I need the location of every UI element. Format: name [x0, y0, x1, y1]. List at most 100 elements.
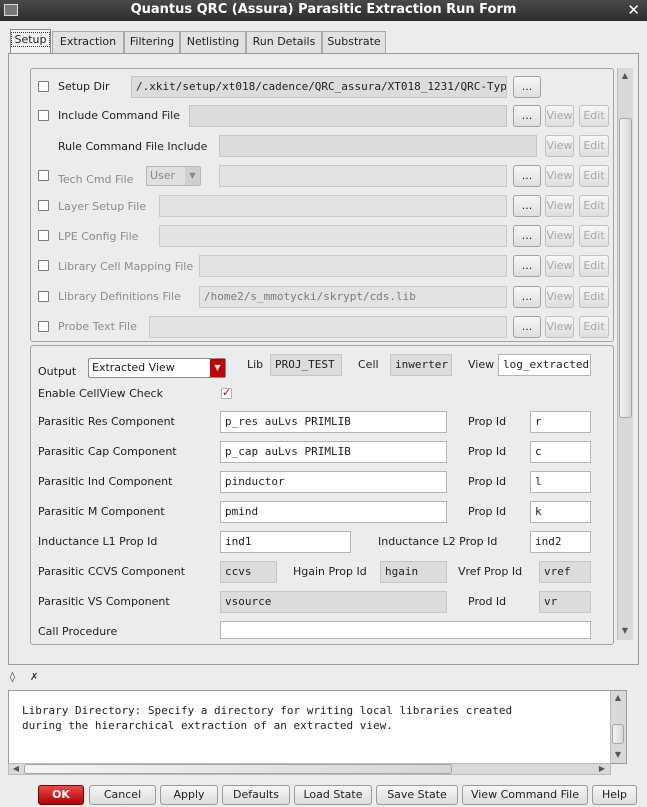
help-button[interactable]: Help [592, 785, 637, 805]
include-cmd-field[interactable] [189, 105, 507, 127]
l1-field[interactable]: ind1 [220, 531, 351, 553]
window-title: Quantus QRC (Assura) Parasitic Extractio… [130, 2, 517, 17]
include-cmd-checkbox[interactable] [38, 110, 49, 121]
l2-field[interactable]: ind2 [530, 531, 591, 553]
save-state-button[interactable]: Save State [376, 785, 458, 805]
cell-field[interactable]: inwerter [390, 354, 452, 376]
l1-label: Inductance L1 Prop Id [38, 535, 158, 548]
load-state-button[interactable]: Load State [294, 785, 372, 805]
probe-text-edit-button[interactable]: Edit [579, 316, 609, 338]
cap-label: Parasitic Cap Component [38, 445, 177, 458]
tech-cmd-edit-button[interactable]: Edit [579, 165, 609, 187]
cancel-button[interactable]: Cancel [89, 785, 156, 805]
enable-cellview-checkbox[interactable] [221, 386, 232, 399]
view-label: View [468, 358, 495, 371]
rule-cmd-field[interactable] [219, 135, 537, 157]
vref-field[interactable]: vref [539, 561, 591, 583]
tech-cmd-view-button[interactable]: View [545, 165, 574, 187]
res-prop-field[interactable]: r [530, 411, 591, 433]
prod-label: Prod Id [468, 595, 507, 608]
lib-defs-edit-button[interactable]: Edit [579, 286, 609, 308]
res-prop-label: Prop Id [468, 415, 507, 428]
rule-cmd-edit-button[interactable]: Edit [579, 135, 609, 157]
ok-button[interactable]: OK [38, 785, 84, 805]
lib-cell-map-view-button[interactable]: View [545, 255, 574, 277]
probe-text-browse-button[interactable]: ... [513, 316, 541, 338]
scroll-down-icon[interactable]: ▼ [617, 625, 633, 637]
layer-setup-view-button[interactable]: View [545, 195, 574, 217]
apply-button[interactable]: Apply [160, 785, 218, 805]
call-field[interactable] [220, 621, 591, 639]
lib-defs-checkbox[interactable] [38, 291, 49, 302]
view-command-file-button[interactable]: View Command File [462, 785, 588, 805]
vs-field[interactable]: vsource [220, 591, 447, 613]
lib-defs-view-button[interactable]: View [545, 286, 574, 308]
include-cmd-view-button[interactable]: View [545, 105, 574, 127]
message-hscrollbar-thumb[interactable] [24, 764, 452, 774]
probe-text-checkbox[interactable] [38, 321, 49, 332]
layer-setup-browse-button[interactable]: ... [513, 195, 541, 217]
setup-dir-browse-button[interactable]: ... [513, 76, 541, 98]
layer-setup-checkbox[interactable] [38, 200, 49, 211]
tech-cmd-dropdown[interactable]: User ▼ [146, 166, 201, 186]
res-field[interactable]: p_res auLvs PRIMLIB [220, 411, 447, 433]
scroll-up-icon[interactable]: ▲ [610, 692, 626, 704]
close-icon[interactable]: ✕ [627, 0, 640, 20]
ind-prop-field[interactable]: l [530, 471, 591, 493]
tab-filtering[interactable]: Filtering [124, 31, 180, 53]
pin-icon[interactable]: ◊ [10, 672, 15, 683]
include-cmd-browse-button[interactable]: ... [513, 105, 541, 127]
m-prop-label: Prop Id [468, 505, 507, 518]
lib-field[interactable]: PROJ_TEST [270, 354, 342, 376]
tab-setup[interactable]: Setup [10, 29, 51, 54]
lib-cell-map-field[interactable] [199, 255, 507, 277]
scroll-right-icon[interactable]: ▶ [596, 763, 608, 775]
setup-dir-checkbox[interactable] [38, 81, 49, 92]
rule-cmd-label: Rule Command File Include [58, 140, 208, 153]
tech-cmd-browse-button[interactable]: ... [513, 165, 541, 187]
hgain-label: Hgain Prop Id [293, 565, 367, 578]
layer-setup-label: Layer Setup File [58, 200, 147, 213]
tech-cmd-checkbox[interactable] [38, 170, 49, 181]
lib-cell-map-edit-button[interactable]: Edit [579, 255, 609, 277]
view-field[interactable]: log_extracted [498, 354, 591, 376]
scroll-left-icon[interactable]: ◀ [10, 763, 22, 775]
tab-substrate[interactable]: Substrate [322, 31, 386, 53]
layer-setup-field[interactable] [159, 195, 507, 217]
hgain-field[interactable]: hgain [380, 561, 447, 583]
window-menu-icon[interactable] [4, 4, 18, 16]
prod-field[interactable]: vr [539, 591, 591, 613]
output-dropdown[interactable]: Extracted View ▼ [88, 358, 226, 378]
scroll-down-icon[interactable]: ▼ [610, 749, 626, 761]
ccvs-field[interactable]: ccvs [220, 561, 277, 583]
include-cmd-edit-button[interactable]: Edit [579, 105, 609, 127]
lib-cell-map-browse-button[interactable]: ... [513, 255, 541, 277]
clear-icon[interactable]: ✗ [30, 672, 38, 683]
defaults-button[interactable]: Defaults [222, 785, 290, 805]
lib-defs-browse-button[interactable]: ... [513, 286, 541, 308]
scroll-up-icon[interactable]: ▲ [617, 70, 633, 82]
lib-defs-field[interactable]: /home2/s_mmotycki/skrypt/cds.lib [199, 286, 507, 308]
m-field[interactable]: pmind [220, 501, 447, 523]
m-prop-field[interactable]: k [530, 501, 591, 523]
layer-setup-edit-button[interactable]: Edit [579, 195, 609, 217]
tab-netlisting[interactable]: Netlisting [180, 31, 246, 53]
ind-field[interactable]: pinductor [220, 471, 447, 493]
lib-cell-map-checkbox[interactable] [38, 260, 49, 271]
rule-cmd-view-button[interactable]: View [545, 135, 574, 157]
probe-text-field[interactable] [149, 316, 507, 338]
cap-field[interactable]: p_cap auLvs PRIMLIB [220, 441, 447, 463]
message-vscrollbar-thumb[interactable] [612, 724, 624, 744]
setup-dir-field[interactable]: /.xkit/setup/xt018/cadence/QRC_assura/XT… [131, 76, 507, 98]
tech-cmd-field[interactable] [219, 165, 507, 187]
form-scrollbar-thumb[interactable] [619, 118, 632, 418]
lpe-config-browse-button[interactable]: ... [513, 225, 541, 247]
lpe-config-view-button[interactable]: View [545, 225, 574, 247]
probe-text-view-button[interactable]: View [545, 316, 574, 338]
lpe-config-checkbox[interactable] [38, 230, 49, 241]
lpe-config-field[interactable] [159, 225, 507, 247]
cap-prop-field[interactable]: c [530, 441, 591, 463]
tab-extraction[interactable]: Extraction [52, 31, 124, 53]
lpe-config-edit-button[interactable]: Edit [579, 225, 609, 247]
tab-run-details[interactable]: Run Details [246, 31, 322, 53]
